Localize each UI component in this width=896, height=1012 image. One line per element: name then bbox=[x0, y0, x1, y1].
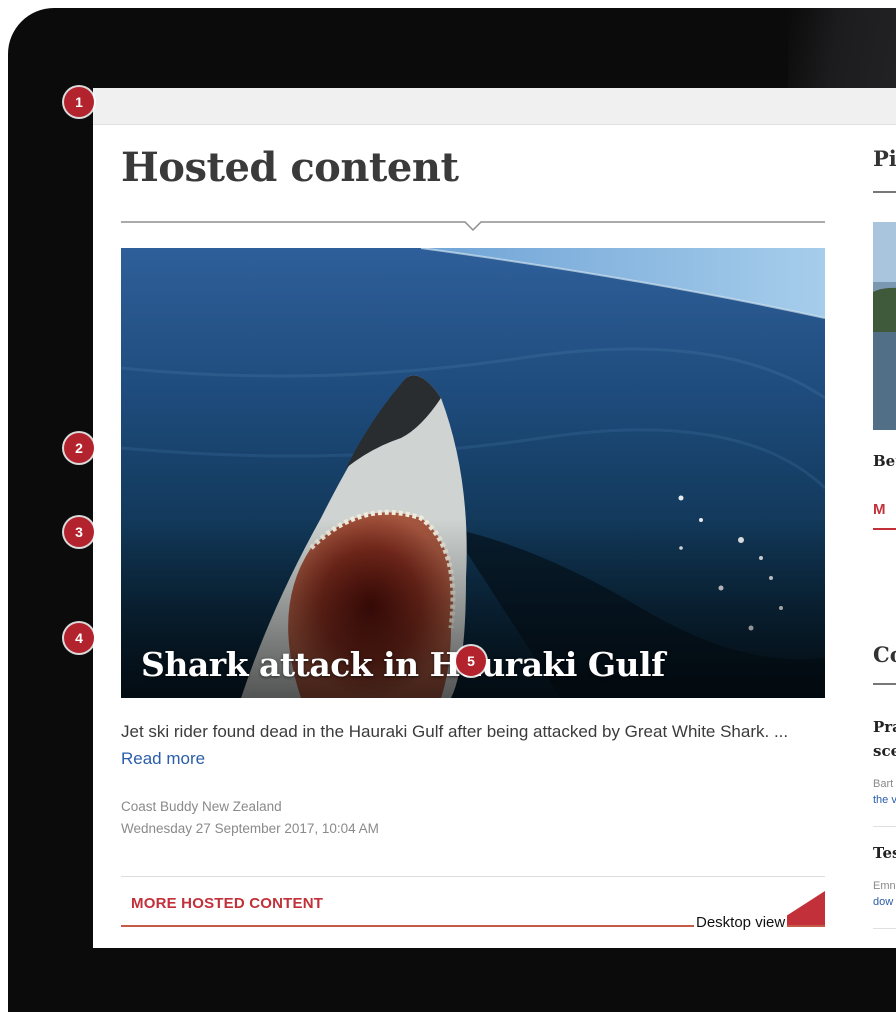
hero-image[interactable] bbox=[121, 248, 825, 698]
sidebar-divider bbox=[873, 826, 896, 827]
browser-toolbar bbox=[93, 88, 896, 125]
sidebar-divider bbox=[873, 928, 896, 929]
page-title: Hosted content bbox=[121, 144, 459, 191]
title-divider bbox=[121, 221, 825, 232]
read-more-link[interactable]: Read more bbox=[121, 749, 205, 768]
sidebar: Pi Bet M Co Pra sce Bart the v Tes Emn bbox=[873, 88, 896, 948]
callout-badge-4: 4 bbox=[64, 623, 94, 653]
hero-article-card[interactable]: Shark attack in Hauraki Gulf bbox=[121, 248, 825, 698]
article-meta: Coast Buddy New Zealand Wednesday 27 Sep… bbox=[121, 796, 379, 840]
sidebar-rule-1 bbox=[873, 191, 896, 193]
sidebar-article-2-title[interactable]: Tes bbox=[873, 844, 896, 862]
article-source: Coast Buddy New Zealand bbox=[121, 799, 282, 814]
article-summary: Jet ski rider found dead in the Hauraki … bbox=[121, 718, 825, 772]
sidebar-item-title[interactable]: Bet bbox=[873, 452, 896, 470]
callout-badge-3: 3 bbox=[64, 517, 94, 547]
more-hosted-content-link[interactable]: MORE HOSTED CONTENT bbox=[131, 895, 323, 912]
desktop-view-caption: Desktop view bbox=[694, 914, 788, 932]
browser-screen: Hosted content Shark attack in Hauraki G… bbox=[93, 88, 896, 948]
sidebar-article-2-author: Emn bbox=[873, 880, 896, 892]
sidebar-red-rule bbox=[873, 528, 896, 530]
article-date: Wednesday 27 September 2017, 10:04 AM bbox=[121, 821, 379, 836]
sidebar-image[interactable] bbox=[873, 222, 896, 430]
device-frame: Hosted content Shark attack in Hauraki G… bbox=[8, 8, 896, 1012]
sidebar-article-1-line-2[interactable]: sce bbox=[873, 742, 896, 760]
hero-title[interactable]: Shark attack in Hauraki Gulf bbox=[141, 645, 665, 684]
callout-badge-2: 2 bbox=[64, 433, 94, 463]
sidebar-more-link-1[interactable]: M bbox=[873, 501, 886, 518]
callout-badge-5: 5 bbox=[456, 646, 486, 676]
device-glare bbox=[788, 8, 896, 88]
sidebar-rule-2 bbox=[873, 683, 896, 685]
sidebar-heading-1: Pi bbox=[873, 146, 896, 171]
sidebar-article-2-link[interactable]: dow bbox=[873, 896, 893, 908]
sidebar-article-1-line-1[interactable]: Pra bbox=[873, 718, 896, 736]
summary-text: Jet ski rider found dead in the Hauraki … bbox=[121, 722, 789, 741]
callout-badge-1: 1 bbox=[64, 87, 94, 117]
sidebar-article-1-author: Bart bbox=[873, 778, 894, 790]
sidebar-article-1-link[interactable]: the v bbox=[873, 794, 896, 806]
sidebar-heading-2: Co bbox=[873, 642, 896, 667]
